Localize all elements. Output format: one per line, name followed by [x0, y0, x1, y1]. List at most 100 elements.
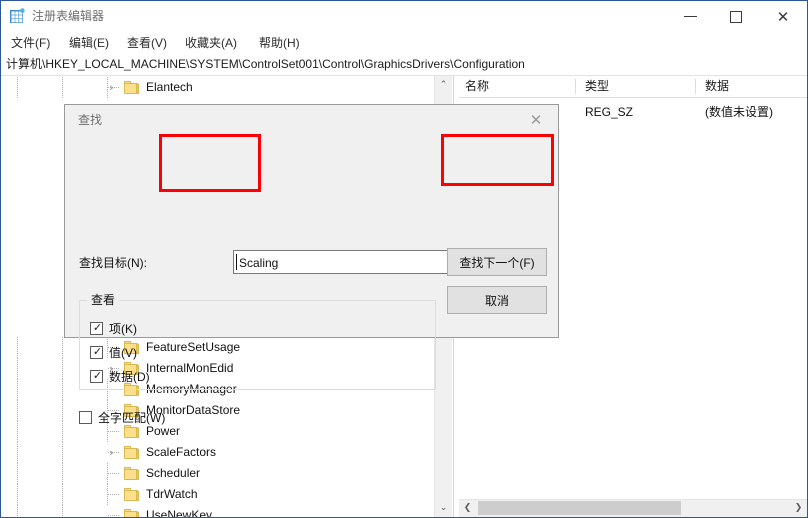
scroll-up-icon[interactable]: ⌃ — [435, 76, 452, 94]
tree-guide-line — [62, 421, 63, 442]
find-next-button[interactable]: 查找下一个(F) — [447, 248, 547, 276]
tree-item[interactable]: › Elantech — [2, 77, 432, 98]
tree-guide-line — [62, 442, 63, 463]
tree-item[interactable]: › ScaleFactors — [2, 442, 432, 463]
tree-guide-line — [17, 484, 18, 505]
scroll-left-icon[interactable]: ❮ — [459, 500, 476, 516]
menu-item-2[interactable]: 查看(V) — [123, 34, 171, 52]
tree-item-label: Scheduler — [146, 466, 201, 480]
tree-guide-line — [17, 421, 18, 442]
checkbox-label: 值(V) — [109, 346, 137, 360]
column-header[interactable]: 名称 — [465, 76, 489, 97]
text-caret — [236, 254, 237, 270]
tree-guide-line — [17, 77, 18, 98]
tree-guide-line — [17, 400, 18, 421]
tree-item[interactable]: Scheduler — [2, 463, 432, 484]
hscroll-thumb[interactable] — [478, 501, 681, 515]
cancel-button[interactable]: 取消 — [447, 286, 547, 314]
checkbox-box — [79, 411, 92, 424]
menu-item-3[interactable]: 收藏夹(A) — [181, 34, 241, 52]
column-header[interactable]: 数据 — [705, 76, 729, 97]
folder-icon — [124, 488, 140, 502]
tree-guides — [2, 421, 432, 442]
tree-guides — [2, 463, 432, 484]
find-target-value: Scaling — [239, 256, 279, 270]
menu-item-4[interactable]: 帮助(H) — [255, 34, 304, 52]
checkbox-box: ✓ — [90, 369, 103, 383]
menu-item-1[interactable]: 编辑(E) — [65, 34, 113, 52]
tree-guides — [2, 442, 432, 463]
tree-item[interactable]: UseNewKey — [2, 505, 432, 517]
close-icon: ✕ — [776, 8, 790, 26]
registry-editor-icon — [9, 8, 26, 25]
close-icon: ✕ — [529, 111, 543, 129]
window-title: 注册表编辑器 — [32, 9, 105, 23]
tree-item-label: TdrWatch — [146, 487, 198, 501]
check-icon: ✓ — [92, 321, 103, 334]
minimize-button[interactable] — [668, 1, 714, 30]
scroll-down-icon[interactable]: ⌄ — [435, 499, 452, 517]
tree-guide-line — [62, 505, 63, 516]
chevron-right-icon[interactable]: › — [105, 446, 118, 459]
folder-icon — [124, 425, 140, 439]
title-bar: 注册表编辑器 ✕ — [1, 1, 807, 32]
folder-icon — [124, 467, 140, 481]
find-dialog: 查找 ✕ 查找目标(N): Scaling 查看 ✓ 项(K) ✓ 值(V) ✓ 数据(D… — [64, 104, 559, 425]
find-dialog-title: 查找 — [78, 113, 103, 127]
folder-icon — [124, 509, 140, 517]
folder-icon — [124, 81, 140, 95]
tree-guide-line — [62, 358, 63, 379]
checkbox-label: 数据(D) — [109, 370, 150, 384]
find-dialog-close-button[interactable]: ✕ — [513, 105, 558, 134]
registry-editor-window: 注册表编辑器 ✕ 文件(F) 编辑(E) 查看(V) 收藏夹(A) 帮助(H) 计算机\… — [0, 0, 808, 518]
tree-guide-line — [62, 463, 63, 484]
tree-guide-line — [108, 515, 120, 516]
tree-guide-line — [17, 379, 18, 400]
tree-guide-line — [108, 473, 120, 474]
tree-guide-line — [62, 400, 63, 421]
values-column-header: 名称 类型 数据 — [459, 76, 807, 98]
menu-item-0[interactable]: 文件(F) — [7, 34, 54, 52]
tree-guide-line — [108, 431, 120, 432]
tree-item[interactable]: TdrWatch — [2, 484, 432, 505]
checkbox-box: ✓ — [90, 321, 103, 335]
checkbox-box: ✓ — [90, 345, 103, 359]
tree-guide-line — [17, 463, 18, 484]
close-button[interactable]: ✕ — [760, 1, 806, 30]
scroll-right-icon[interactable]: ❯ — [790, 500, 807, 516]
find-dialog-titlebar: 查找 ✕ — [65, 105, 558, 135]
registry-path: 计算机\HKEY_LOCAL_MACHINE\SYSTEM\ControlSet… — [6, 57, 525, 71]
tree-item-label: UseNewKey — [146, 508, 213, 517]
tree-guide-line — [17, 442, 18, 463]
whole-word-label: 全字匹配(W) — [98, 411, 166, 425]
value-cell-data[interactable]: (数值未设置) — [705, 104, 773, 121]
column-header[interactable]: 类型 — [585, 76, 609, 97]
view-options-label: 查看 — [87, 293, 120, 308]
folder-icon — [124, 446, 140, 460]
tree-guide-line — [17, 505, 18, 517]
tree-item-label: ScaleFactors — [146, 445, 217, 459]
tree-guide-line — [62, 379, 63, 400]
column-divider[interactable] — [575, 79, 576, 94]
tree-guide-line — [17, 337, 18, 358]
values-horizontal-scrollbar[interactable]: ❮ ❯ — [459, 499, 807, 517]
maximize-icon — [730, 11, 742, 23]
tree-item-label: Elantech — [146, 80, 193, 94]
address-bar[interactable]: 计算机\HKEY_LOCAL_MACHINE\SYSTEM\ControlSet… — [1, 54, 807, 76]
tree-item[interactable]: MonitorDataStore — [2, 400, 432, 421]
tree-guide-line — [62, 77, 63, 98]
tree-guide-line — [108, 494, 120, 495]
tree-guide-line — [62, 484, 63, 505]
tree-guide-line — [62, 337, 63, 358]
find-target-label: 查找目标(N): — [79, 256, 147, 270]
tree-item[interactable]: Power — [2, 421, 432, 442]
minimize-icon — [684, 16, 697, 17]
column-divider[interactable] — [695, 79, 696, 94]
menu-bar: 文件(F) 编辑(E) 查看(V) 收藏夹(A) 帮助(H) — [1, 31, 807, 54]
maximize-button[interactable] — [714, 1, 760, 30]
tree-guides — [2, 484, 432, 505]
tree-guides — [2, 505, 432, 517]
value-cell-type[interactable]: REG_SZ — [585, 104, 633, 121]
tree-guides — [2, 77, 432, 98]
chevron-right-icon[interactable]: › — [105, 81, 118, 94]
